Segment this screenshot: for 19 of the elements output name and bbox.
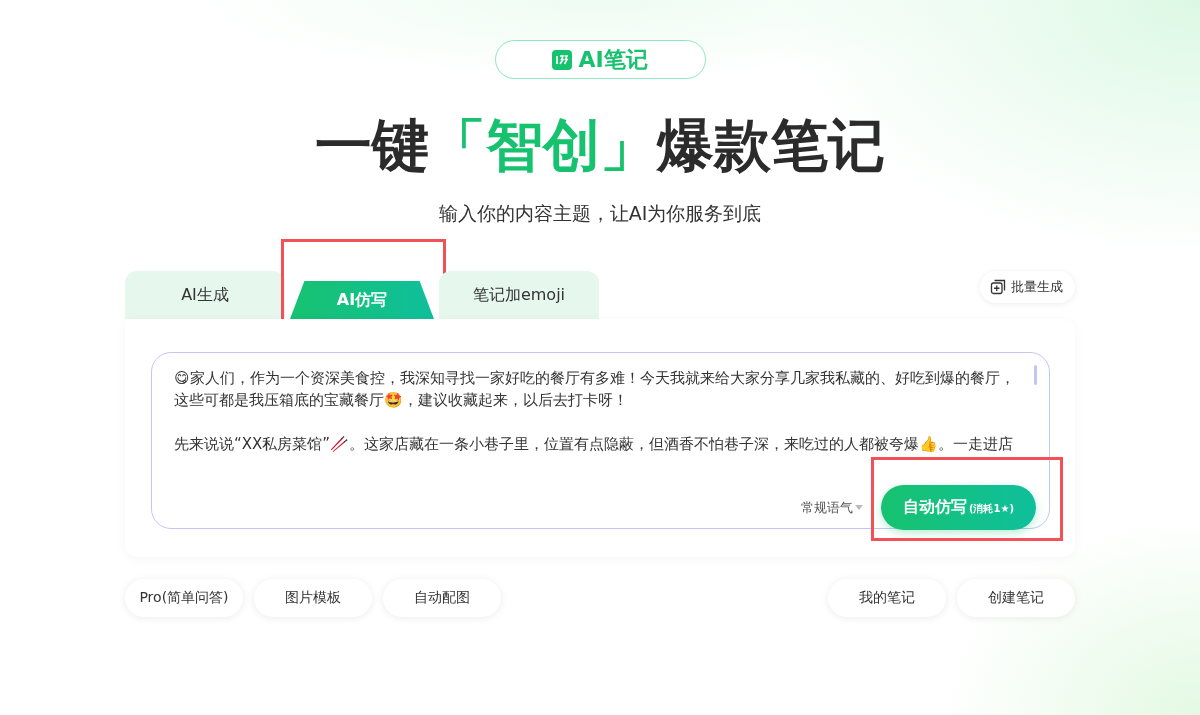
- note-action-button[interactable]: 我的笔记: [828, 579, 946, 617]
- tab[interactable]: AI生成: [125, 271, 285, 319]
- add-copy-icon: [990, 279, 1006, 295]
- tone-dropdown[interactable]: 常规语气: [794, 497, 869, 518]
- caret-icon: [854, 504, 863, 511]
- note-action-button[interactable]: 创建笔记: [957, 579, 1075, 617]
- tab[interactable]: 笔记加emoji: [439, 271, 599, 319]
- headline: 一键「智创」爆款笔记: [315, 111, 885, 180]
- batch-generate-button[interactable]: 批量生成: [980, 271, 1075, 303]
- scrollbar-thumb[interactable]: [1034, 365, 1037, 385]
- text-editor[interactable]: 😋家人们，作为一个资深美食控，我深知寻找一家好吃的餐厅有多难！今天我就来给大家分享几家我私藏的、好吃到爆的餐厅，这些可都是我压箱底的宝藏餐厅🤩，建议收藏起来，以后去打卡呀！ 先来说说“XX私房菜馆”🥢。这家店藏在一条小巷子里，位置有点隐蔽，但酒香不怕巷子深，来吃过的人都被夸爆👍。一走进店 常规语气 自动仿写(消耗1★): [151, 352, 1050, 529]
- option-button[interactable]: 自动配图: [383, 579, 501, 617]
- option-button[interactable]: 图片模板: [254, 579, 372, 617]
- option-button[interactable]: Pro(简单问答): [125, 579, 243, 617]
- subtitle: 输入你的内容主题，让AI为你服务到底: [438, 201, 762, 226]
- logo-badge: AI笔记: [494, 40, 706, 79]
- note-paragraph: 先来说说“XX私房菜馆”🥢。这家店藏在一条小巷子里，位置有点隐蔽，但酒香不怕巷子深，来吃过的人都被夸爆👍。一走进店: [174, 434, 1015, 455]
- logo-icon: [552, 49, 573, 70]
- note-paragraph: 😋家人们，作为一个资深美食控，我深知寻找一家好吃的餐厅有多难！今天我就来给大家分享几家我私藏的、好吃到爆的餐厅，这些可都是我压箱底的宝藏餐厅🤩，建议收藏起来，以后去打卡呀！: [174, 368, 1016, 411]
